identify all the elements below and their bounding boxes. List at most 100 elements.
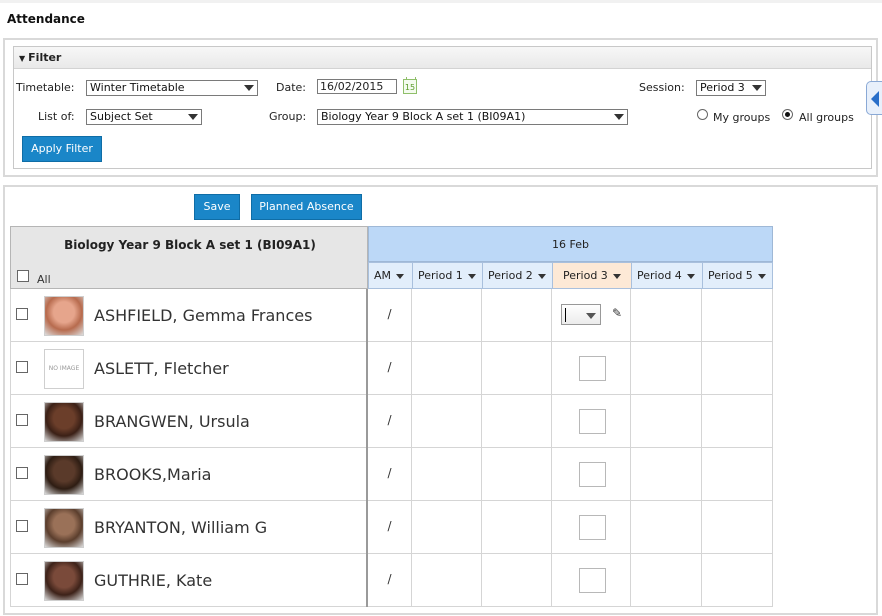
pencil-icon[interactable]: ✎ [612, 306, 622, 320]
chevron-down-icon [467, 273, 476, 279]
am-mark: / [387, 360, 392, 374]
mark-cell [631, 342, 702, 395]
student-name[interactable]: BRANGWEN, Ursula [94, 412, 250, 431]
mark-input[interactable] [579, 409, 606, 434]
planned-absence-button[interactable]: Planned Absence [251, 194, 362, 220]
mark-cell[interactable] [552, 342, 631, 395]
student-photo [44, 508, 84, 548]
save-button[interactable]: Save [194, 194, 240, 220]
row-checkbox[interactable] [16, 573, 28, 585]
date-input[interactable]: 16/02/2015 [317, 79, 397, 94]
timetable-value: Winter Timetable [90, 81, 185, 94]
mark-cell [482, 448, 552, 501]
column-period-3[interactable]: Period 3 [552, 262, 632, 289]
column-am[interactable]: AM [368, 262, 413, 289]
student-photo [44, 402, 84, 442]
column-period-1[interactable]: Period 1 [412, 262, 483, 289]
timetable-label: Timetable: [16, 81, 75, 94]
student-cell: BRANGWEN, Ursula [10, 395, 368, 448]
row-checkbox[interactable] [16, 467, 28, 479]
table-row: BROOKS,Maria / [10, 448, 773, 501]
group-select[interactable]: Biology Year 9 Block A set 1 (BI09A1) [317, 109, 628, 125]
mark-cell [412, 501, 482, 554]
column-period-2[interactable]: Period 2 [482, 262, 553, 289]
listof-select[interactable]: Subject Set [86, 109, 202, 125]
mark-cell [631, 554, 702, 607]
student-name[interactable]: ASHFIELD, Gemma Frances [94, 306, 312, 325]
mark-cell [482, 395, 552, 448]
mark-cell: / [368, 501, 412, 554]
mark-cell [412, 554, 482, 607]
mark-cell: / [368, 342, 412, 395]
row-checkbox[interactable] [16, 414, 28, 426]
mark-cell [631, 289, 702, 342]
row-checkbox[interactable] [16, 308, 28, 320]
my-groups-radio[interactable] [697, 109, 708, 120]
chevron-down-icon [537, 273, 546, 279]
apply-filter-button[interactable]: Apply Filter [22, 136, 102, 162]
collapse-caret-icon[interactable]: ▼ [19, 54, 25, 63]
mark-cell [631, 501, 702, 554]
mark-cell [412, 448, 482, 501]
mark-input[interactable] [579, 515, 606, 540]
mark-cell: / [368, 289, 412, 342]
table-row: ASHFIELD, Gemma Frances / ✎ [10, 289, 773, 342]
date-header: 16 Feb [368, 226, 773, 262]
filter-header-label: Filter [28, 51, 62, 64]
column-period-4[interactable]: Period 4 [631, 262, 703, 289]
select-all-label: All [37, 273, 51, 286]
chevron-down-icon [244, 85, 254, 91]
mark-cell [412, 289, 482, 342]
calendar-icon[interactable]: 15 [403, 77, 417, 94]
mark-input[interactable] [579, 356, 606, 381]
column-label: Period 5 [708, 269, 753, 282]
mark-select[interactable] [561, 304, 601, 325]
mark-cell: / [368, 448, 412, 501]
chevron-down-icon [586, 313, 596, 319]
am-mark: / [387, 572, 392, 586]
mark-cell [412, 342, 482, 395]
table-row: BRYANTON, William G / [10, 501, 773, 554]
column-label: Period 4 [637, 269, 682, 282]
session-select[interactable]: Period 3 [696, 80, 766, 96]
mark-cell[interactable] [552, 395, 631, 448]
register-grid: Biology Year 9 Block A set 1 (BI09A1) Al… [10, 226, 773, 616]
side-panel-toggle[interactable] [866, 81, 882, 115]
mark-cell[interactable] [552, 501, 631, 554]
chevron-down-icon [612, 273, 621, 279]
table-row: BRANGWEN, Ursula / [10, 395, 773, 448]
student-cell: BRYANTON, William G [10, 501, 368, 554]
student-name[interactable]: BROOKS,Maria [94, 465, 211, 484]
row-checkbox[interactable] [16, 520, 28, 532]
mark-cell[interactable]: ✎ [552, 289, 631, 342]
listof-value: Subject Set [90, 110, 153, 123]
mark-cell [482, 289, 552, 342]
mark-cell[interactable] [552, 448, 631, 501]
all-groups-label[interactable]: All groups [799, 111, 854, 124]
top-border [0, 0, 882, 3]
mark-cell[interactable] [552, 554, 631, 607]
chevron-down-icon [396, 273, 405, 279]
row-checkbox[interactable] [16, 361, 28, 373]
no-image-placeholder: NO IMAGE [44, 349, 84, 389]
column-period-5[interactable]: Period 5 [702, 262, 773, 289]
timetable-select[interactable]: Winter Timetable [86, 80, 258, 96]
my-groups-label[interactable]: My groups [713, 111, 770, 124]
select-all-checkbox[interactable] [17, 270, 29, 282]
student-name[interactable]: ASLETT, Fletcher [94, 359, 229, 378]
student-name[interactable]: GUTHRIE, Kate [94, 571, 212, 590]
mark-cell [482, 501, 552, 554]
am-mark: / [387, 519, 392, 533]
am-mark: / [387, 307, 392, 321]
mark-input[interactable] [579, 462, 606, 487]
group-header: Biology Year 9 Block A set 1 (BI09A1) Al… [10, 226, 368, 289]
all-groups-radio[interactable] [782, 109, 793, 120]
student-name[interactable]: BRYANTON, William G [94, 518, 267, 537]
mark-input[interactable] [579, 568, 606, 593]
student-photo [44, 561, 84, 601]
chevron-left-icon [871, 91, 879, 107]
mark-cell [631, 395, 702, 448]
mark-cell [702, 501, 773, 554]
filter-header[interactable]: ▼ Filter [14, 47, 871, 69]
chevron-down-icon [757, 273, 766, 279]
